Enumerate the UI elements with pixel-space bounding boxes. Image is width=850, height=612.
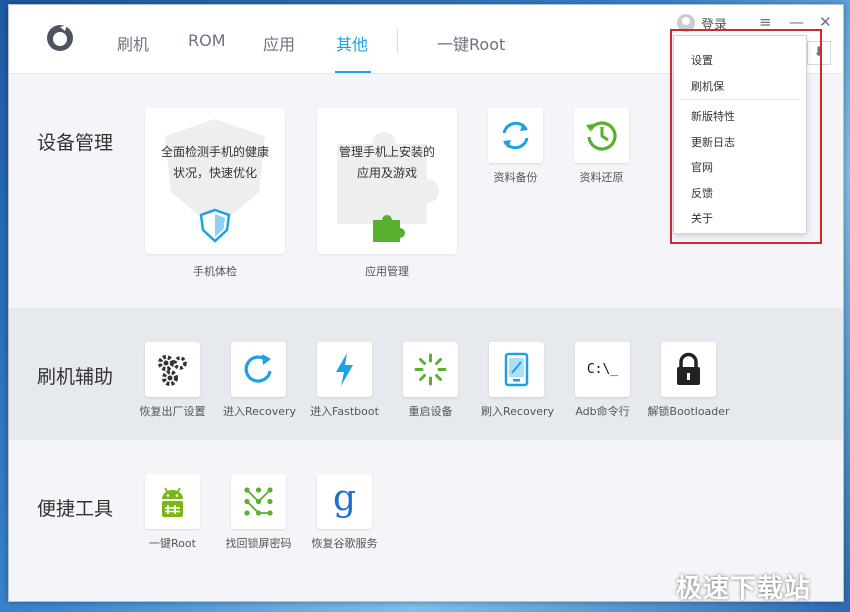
nav-tab-apps[interactable]: 应用 <box>263 31 295 55</box>
section-title: 便捷工具 <box>37 498 114 520</box>
terminal-icon: C:\_ <box>586 362 619 377</box>
enter-recovery-tile[interactable] <box>231 342 286 397</box>
backup-caption: 资料备份 <box>493 171 538 184</box>
section-title: 设备管理 <box>37 132 114 154</box>
nav-tab-one-click-root[interactable]: 一键Root <box>437 31 505 55</box>
health-check-card[interactable]: 全面检测手机的健康 状况，快速优化 <box>145 108 285 254</box>
card-description: 全面检测手机的健康 状况，快速优化 <box>160 145 269 180</box>
recover-lock-password-caption: 找回锁屏密码 <box>225 537 292 550</box>
factory-reset-caption: 恢复出厂设置 <box>139 405 206 418</box>
sync-icon <box>502 121 529 150</box>
reboot-device-tile[interactable] <box>403 342 458 397</box>
google-g-icon: g <box>332 478 357 519</box>
restore-tile[interactable] <box>574 108 629 163</box>
lock-icon <box>677 352 700 385</box>
gears-icon <box>158 355 187 386</box>
backup-tile[interactable] <box>488 108 543 163</box>
adb-shell-caption: Adb命令行 <box>575 405 630 418</box>
puzzle-icon <box>373 215 405 242</box>
shield-icon <box>199 208 231 243</box>
one-click-root-tile[interactable] <box>145 474 200 529</box>
section-flash-assist: 刷机辅助 恢复出厂设置 进入Recovery 进入Fastboot 重启设备 刷… <box>9 308 843 440</box>
app-management-caption: 应用管理 <box>365 265 409 278</box>
refresh-icon <box>244 354 272 383</box>
unlock-bootloader-tile[interactable] <box>661 342 716 397</box>
health-check-caption: 手机体检 <box>193 265 237 278</box>
adb-shell-tile[interactable]: C:\_ <box>575 342 630 397</box>
restore-google-services-caption: 恢复谷歌服务 <box>311 537 378 550</box>
factory-reset-tile[interactable] <box>145 342 200 397</box>
unlock-bootloader-caption: 解锁Bootloader <box>647 405 730 418</box>
nav-tab-flash[interactable]: 刷机 <box>117 31 149 55</box>
spinner-icon <box>414 353 447 386</box>
recover-lock-password-tile[interactable] <box>231 474 286 529</box>
nav-tab-other[interactable]: 其他 <box>336 31 368 55</box>
flash-recovery-tile[interactable] <box>489 342 544 397</box>
lightning-icon <box>336 353 353 386</box>
nav-divider <box>397 29 398 53</box>
enter-fastboot-tile[interactable] <box>317 342 372 397</box>
enter-recovery-caption: 进入Recovery <box>223 405 297 418</box>
reboot-device-caption: 重启设备 <box>408 405 453 418</box>
one-click-root-caption: 一键Root <box>149 537 196 550</box>
restore-google-services-tile[interactable]: g <box>317 474 372 529</box>
pattern-lock-icon <box>244 487 273 516</box>
app-logo-icon <box>47 25 73 51</box>
app-management-card[interactable]: 管理手机上安装的 应用及游戏 <box>317 108 457 254</box>
flash-recovery-caption: 刷入Recovery <box>481 405 555 418</box>
enter-fastboot-caption: 进入Fastboot <box>310 405 379 418</box>
card-description: 管理手机上安装的 应用及游戏 <box>338 145 435 180</box>
highlight-frame <box>670 29 822 244</box>
site-watermark: 极速下载站 <box>676 574 812 604</box>
restore-clock-icon <box>586 121 617 151</box>
android-icon <box>162 487 183 517</box>
app-window: 刷机 ROM 应用 其他 一键Root 登录 ≡ — ✕ ⬇ 设备管理 全面检测… <box>8 4 844 602</box>
restore-caption: 资料还原 <box>579 171 624 184</box>
nav-tab-rom[interactable]: ROM <box>188 31 226 50</box>
tablet-icon <box>504 352 529 387</box>
section-title: 刷机辅助 <box>37 366 114 388</box>
active-tab-indicator <box>335 71 371 73</box>
